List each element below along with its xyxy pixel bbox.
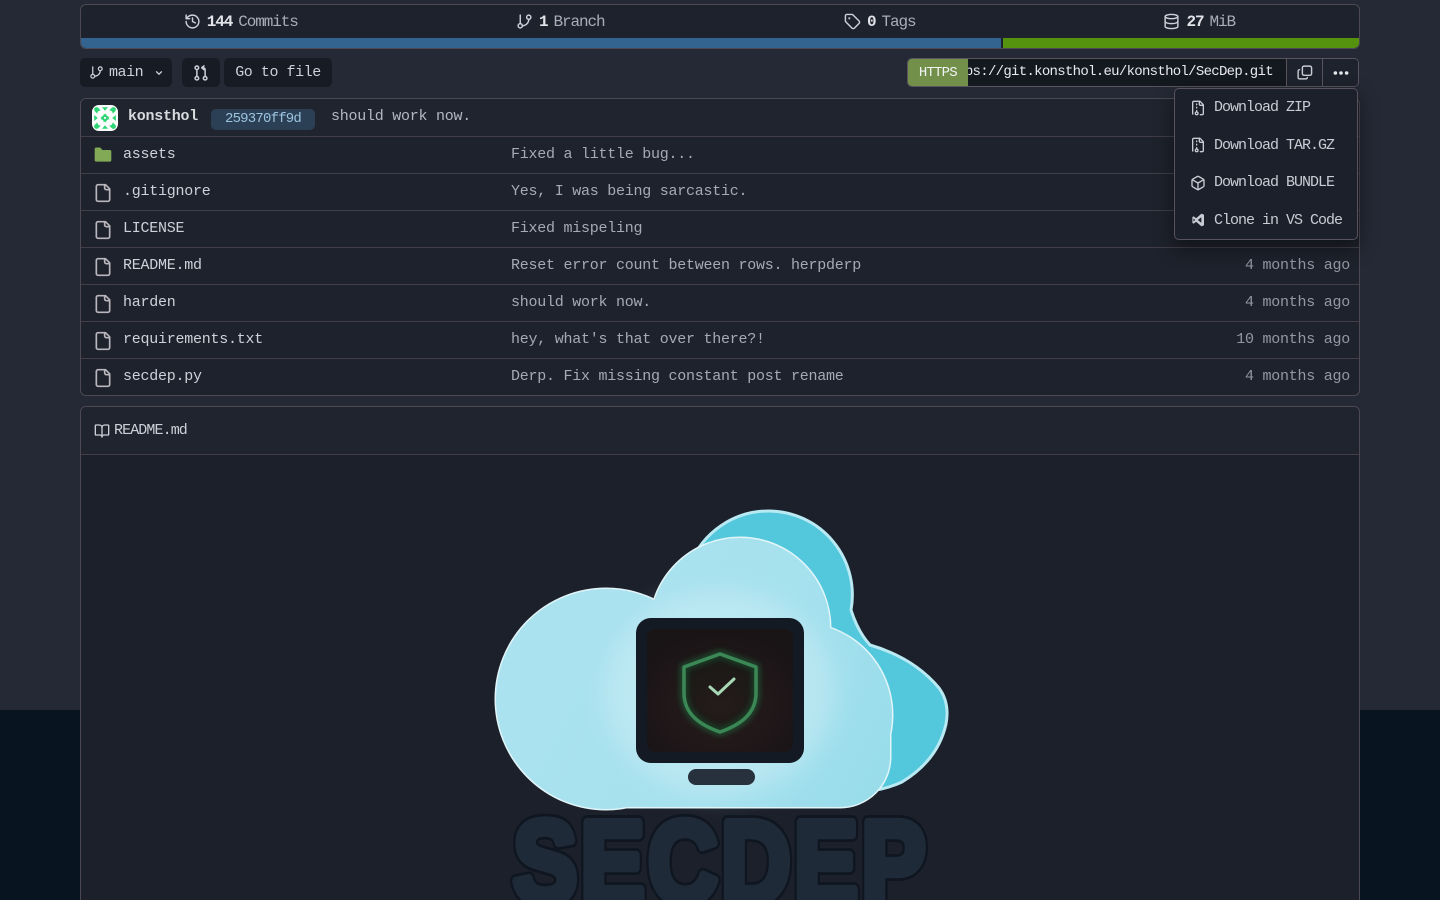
svg-text:SECDEP: SECDEP: [513, 797, 929, 900]
